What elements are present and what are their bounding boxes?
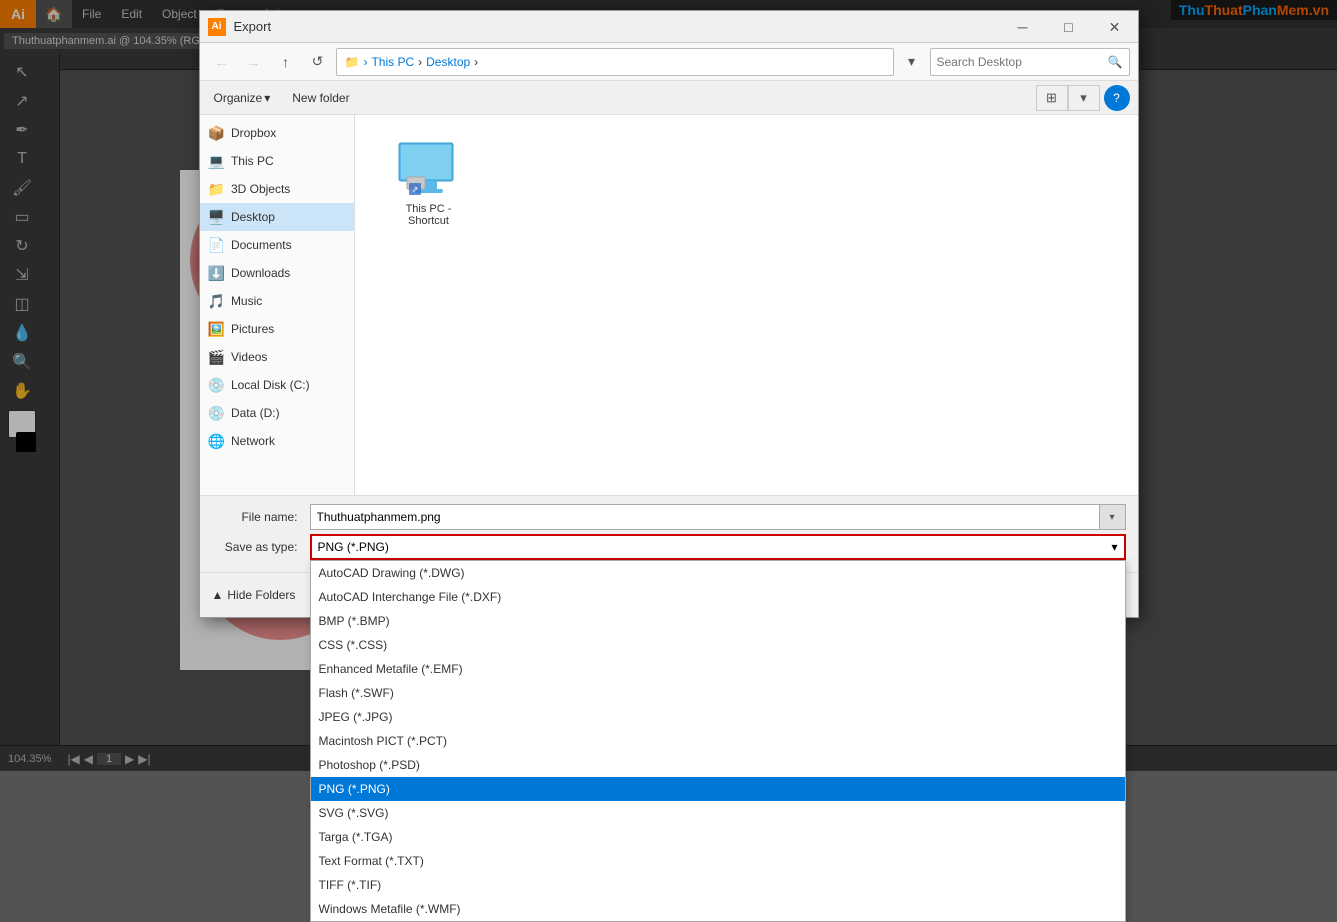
new-folder-button[interactable]: New folder <box>284 88 357 108</box>
savetype-dropdown[interactable]: AutoCAD Drawing (*.DWG) AutoCAD Intercha… <box>310 560 1126 922</box>
pictures-icon: 🖼️ <box>208 321 225 338</box>
view-buttons: ⊞ ▾ ? <box>1036 85 1130 111</box>
file-item-this-pc-shortcut[interactable]: ⇗ This PC -Shortcut <box>379 139 479 227</box>
nav-item-music[interactable]: 🎵 Music <box>200 287 354 315</box>
file-area: ⇗ This PC -Shortcut <box>355 115 1138 495</box>
search-input[interactable] <box>937 55 1108 69</box>
ai-application: Ai 🏠 File Edit Object Type Select ThuThu… <box>0 0 1337 771</box>
option-wmf[interactable]: Windows Metafile (*.WMF) <box>311 897 1125 921</box>
address-bar: ← → ↑ ↺ 📁 › This PC › Desktop › ▾ 🔍 <box>200 43 1138 81</box>
minimize-button[interactable]: ─ <box>1000 11 1046 43</box>
filename-row: File name: ▾ <box>212 504 1126 530</box>
desktop-icon: 🖥️ <box>208 209 225 226</box>
network-icon: 🌐 <box>208 433 225 450</box>
hide-folders-arrow-icon: ▲ <box>212 588 224 602</box>
breadcrumb-this-pc: 📁 <box>345 55 360 69</box>
nav-item-videos[interactable]: 🎬 Videos <box>200 343 354 371</box>
nav-item-desktop[interactable]: 🖥️ Desktop <box>200 203 354 231</box>
dialog-overlay: Ai Export ─ □ ✕ ← → ↑ ↺ 📁 › This PC › <box>0 0 1337 771</box>
maximize-button[interactable]: □ <box>1046 11 1092 43</box>
documents-icon: 📄 <box>208 237 225 254</box>
option-dwg[interactable]: AutoCAD Drawing (*.DWG) <box>311 561 1125 585</box>
option-tga[interactable]: Targa (*.TGA) <box>311 825 1125 849</box>
help-button[interactable]: ? <box>1104 85 1130 111</box>
organize-arrow-icon: ▾ <box>264 91 270 105</box>
option-css[interactable]: CSS (*.CSS) <box>311 633 1125 657</box>
filename-dropdown-arrow[interactable]: ▾ <box>1100 504 1126 530</box>
organize-button[interactable]: Organize ▾ <box>208 88 277 108</box>
dialog-toolbar: Organize ▾ New folder ⊞ ▾ ? <box>200 81 1138 115</box>
nav-item-3d-objects[interactable]: 📁 3D Objects <box>200 175 354 203</box>
downloads-icon: ⬇️ <box>208 265 225 282</box>
up-button[interactable]: ↑ <box>272 48 300 76</box>
savetype-select-wrapper: PNG (*.PNG) ▾ AutoCAD Drawing (*.DWG) Au… <box>310 534 1126 560</box>
dialog-footer: File name: ▾ Save as type: PNG (*.PNG) ▾… <box>200 495 1138 572</box>
filename-label: File name: <box>212 510 302 524</box>
dropbox-icon: 📦 <box>208 125 225 142</box>
nav-item-this-pc[interactable]: 💻 This PC <box>200 147 354 175</box>
option-jpg[interactable]: JPEG (*.JPG) <box>311 705 1125 729</box>
option-txt[interactable]: Text Format (*.TXT) <box>311 849 1125 873</box>
view-mode-arrow[interactable]: ▾ <box>1068 85 1100 111</box>
dialog-title: Export <box>234 19 272 34</box>
option-png[interactable]: PNG (*.PNG) <box>311 777 1125 801</box>
option-bmp[interactable]: BMP (*.BMP) <box>311 609 1125 633</box>
savetype-display[interactable]: PNG (*.PNG) ▾ <box>310 534 1126 560</box>
3d-objects-icon: 📁 <box>208 181 225 198</box>
nav-item-pictures[interactable]: 🖼️ Pictures <box>200 315 354 343</box>
videos-icon: 🎬 <box>208 349 225 366</box>
search-box: 🔍 <box>930 48 1130 76</box>
option-svg[interactable]: SVG (*.SVG) <box>311 801 1125 825</box>
local-disk-c-icon: 💿 <box>208 377 225 394</box>
breadcrumb[interactable]: 📁 › This PC › Desktop › <box>336 48 894 76</box>
nav-item-data-d[interactable]: 💿 Data (D:) <box>200 399 354 427</box>
breadcrumb-desktop-label[interactable]: Desktop <box>426 55 470 69</box>
option-psd[interactable]: Photoshop (*.PSD) <box>311 753 1125 777</box>
breadcrumb-sep2: › <box>418 55 422 69</box>
search-icon: 🔍 <box>1108 55 1123 69</box>
window-controls: ─ □ ✕ <box>1000 11 1138 43</box>
svg-text:⇗: ⇗ <box>411 185 418 194</box>
monitor-icon: ⇗ <box>393 139 465 203</box>
file-item-label: This PC -Shortcut <box>406 203 452 227</box>
savetype-dropdown-arrow-icon: ▾ <box>1111 540 1117 554</box>
breadcrumb-sep3: › <box>474 55 478 69</box>
this-pc-icon: 💻 <box>208 153 225 170</box>
dialog-body: 📦 Dropbox 💻 This PC 📁 3D Objects 🖥️ Desk… <box>200 115 1138 495</box>
export-dialog: Ai Export ─ □ ✕ ← → ↑ ↺ 📁 › This PC › <box>199 10 1139 618</box>
savetype-label: Save as type: <box>212 540 302 554</box>
savetype-value: PNG (*.PNG) <box>318 540 389 554</box>
data-d-icon: 💿 <box>208 405 225 422</box>
option-tif[interactable]: TIFF (*.TIF) <box>311 873 1125 897</box>
dialog-titlebar: Ai Export ─ □ ✕ <box>200 11 1138 43</box>
dialog-ai-icon: Ai <box>208 18 226 36</box>
nav-item-documents[interactable]: 📄 Documents <box>200 231 354 259</box>
nav-item-network[interactable]: 🌐 Network <box>200 427 354 455</box>
nav-panel: 📦 Dropbox 💻 This PC 📁 3D Objects 🖥️ Desk… <box>200 115 355 495</box>
view-mode-button[interactable]: ⊞ <box>1036 85 1068 111</box>
nav-item-dropbox[interactable]: 📦 Dropbox <box>200 119 354 147</box>
option-pct[interactable]: Macintosh PICT (*.PCT) <box>311 729 1125 753</box>
nav-item-downloads[interactable]: ⬇️ Downloads <box>200 259 354 287</box>
option-emf[interactable]: Enhanced Metafile (*.EMF) <box>311 657 1125 681</box>
breadcrumb-this-pc-label[interactable]: This PC <box>371 55 414 69</box>
option-swf[interactable]: Flash (*.SWF) <box>311 681 1125 705</box>
breadcrumb-expand-button[interactable]: ▾ <box>898 48 926 76</box>
hide-folders-button[interactable]: ▲ Hide Folders <box>212 588 296 602</box>
savetype-row: Save as type: PNG (*.PNG) ▾ AutoCAD Draw… <box>212 534 1126 560</box>
option-dxf[interactable]: AutoCAD Interchange File (*.DXF) <box>311 585 1125 609</box>
refresh-button[interactable]: ↺ <box>304 48 332 76</box>
close-button[interactable]: ✕ <box>1092 11 1138 43</box>
forward-button[interactable]: → <box>240 48 268 76</box>
filename-input[interactable] <box>310 504 1100 530</box>
back-button[interactable]: ← <box>208 48 236 76</box>
breadcrumb-sep1: › <box>363 55 367 69</box>
nav-item-local-disk-c[interactable]: 💿 Local Disk (C:) <box>200 371 354 399</box>
music-icon: 🎵 <box>208 293 225 310</box>
